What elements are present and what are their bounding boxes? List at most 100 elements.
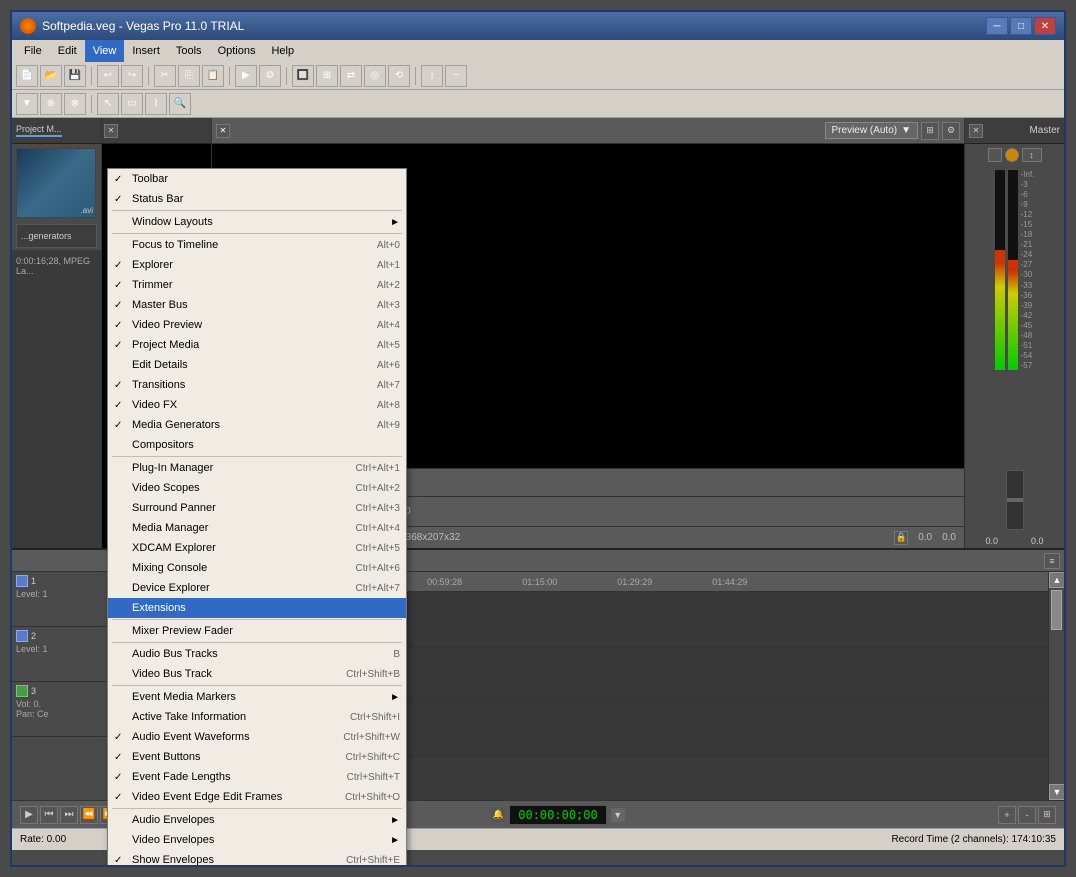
menu-audio-envelopes[interactable]: Audio Envelopes ► <box>108 810 406 830</box>
toolbar-auto-ripple[interactable]: ⟲ <box>388 65 410 87</box>
status-rate: Rate: 0.00 <box>20 834 66 845</box>
toolbar-redo[interactable]: ↪ <box>121 65 143 87</box>
tl-extra-btn[interactable]: ⊞ <box>1038 806 1056 824</box>
tb2-cursor[interactable]: ↖ <box>97 93 119 115</box>
menu-plugin-manager[interactable]: Plug-In Manager Ctrl+Alt+1 <box>108 458 406 478</box>
menu-edit-details[interactable]: Edit Details Alt+6 <box>108 355 406 375</box>
menu-video-scopes[interactable]: Video Scopes Ctrl+Alt+2 <box>108 478 406 498</box>
toolbar-envelope[interactable]: ~ <box>445 65 467 87</box>
tl-next-btn[interactable]: ⏭ <box>60 806 78 824</box>
tb2-btn3[interactable]: ⊗ <box>64 93 86 115</box>
minimize-button[interactable]: ─ <box>986 17 1008 35</box>
menu-surround-panner[interactable]: Surround Panner Ctrl+Alt+3 <box>108 498 406 518</box>
timeline-prop-btn[interactable]: ≡ <box>1044 553 1060 569</box>
toolbar-undo[interactable]: ↩ <box>97 65 119 87</box>
menu-tools[interactable]: Tools <box>168 40 210 62</box>
master-settings-btn[interactable] <box>1005 148 1019 162</box>
menu-window-layouts[interactable]: Window Layouts ► <box>108 212 406 232</box>
zoom-out-btn[interactable]: - <box>1018 806 1036 824</box>
maximize-button[interactable]: □ <box>1010 17 1032 35</box>
toolbar-paste[interactable]: 📋 <box>202 65 224 87</box>
menu-active-take-info[interactable]: Active Take Information Ctrl+Shift+I <box>108 707 406 727</box>
menu-view[interactable]: View <box>85 40 125 62</box>
toolbar-loop[interactable]: ⇄ <box>340 65 362 87</box>
menu-explorer[interactable]: ✓ Explorer Alt+1 <box>108 255 406 275</box>
toolbar-snap[interactable]: 🔲 <box>292 65 314 87</box>
menu-focus-timeline[interactable]: Focus to Timeline Alt+0 <box>108 235 406 255</box>
menu-mixer-preview-fader[interactable]: Mixer Preview Fader <box>108 621 406 641</box>
menu-show-envelopes[interactable]: ✓ Show Envelopes Ctrl+Shift+E <box>108 850 406 867</box>
menu-video-fx[interactable]: ✓ Video FX Alt+8 <box>108 395 406 415</box>
master-fader-btn[interactable]: ↕ <box>1022 148 1042 162</box>
scroll-up[interactable]: ▲ <box>1049 572 1064 588</box>
menu-options[interactable]: Options <box>210 40 264 62</box>
menu-xdcam-explorer[interactable]: XDCAM Explorer Ctrl+Alt+5 <box>108 538 406 558</box>
track-1-label: 1 <box>31 576 36 586</box>
menu-file[interactable]: File <box>16 40 50 62</box>
menu-master-bus[interactable]: ✓ Master Bus Alt+3 <box>108 295 406 315</box>
toolbar-render[interactable]: ▶ <box>235 65 257 87</box>
menu-statusbar[interactable]: ✓ Status Bar <box>108 189 406 209</box>
menu-trimmer[interactable]: ✓ Trimmer Alt+2 <box>108 275 406 295</box>
toolbar-new[interactable]: 📄 <box>16 65 38 87</box>
menu-media-manager[interactable]: Media Manager Ctrl+Alt+4 <box>108 518 406 538</box>
preview-mode-dropdown[interactable]: Preview (Auto) ▼ <box>825 122 918 139</box>
zoom-in-btn[interactable]: + <box>998 806 1016 824</box>
menu-toolbar[interactable]: ✓ Toolbar <box>108 169 406 189</box>
trimmer-close[interactable]: ✕ <box>104 124 118 138</box>
menu-media-generators[interactable]: ✓ Media Generators Alt+9 <box>108 415 406 435</box>
preview-close-btn[interactable]: ✕ <box>216 124 230 138</box>
lock-btn[interactable]: 🔒 <box>894 531 908 545</box>
menu-project-media[interactable]: ✓ Project Media Alt+5 <box>108 335 406 355</box>
tb2-select[interactable]: ▭ <box>121 93 143 115</box>
menu-device-explorer[interactable]: Device Explorer Ctrl+Alt+7 <box>108 578 406 598</box>
toolbar-cut[interactable]: ✂ <box>154 65 176 87</box>
menu-help[interactable]: Help <box>263 40 302 62</box>
menu-event-fade-lengths[interactable]: ✓ Event Fade Lengths Ctrl+Shift+T <box>108 767 406 787</box>
project-media-tab[interactable]: Project M... <box>16 124 62 137</box>
menu-video-preview[interactable]: ✓ Video Preview Alt+4 <box>108 315 406 335</box>
tb2-zoom[interactable]: 🔍 <box>169 93 191 115</box>
menu-event-buttons[interactable]: ✓ Event Buttons Ctrl+Shift+C <box>108 747 406 767</box>
menu-event-media-markers[interactable]: Event Media Markers ► <box>108 687 406 707</box>
menu-mixing-console[interactable]: Mixing Console Ctrl+Alt+6 <box>108 558 406 578</box>
scroll-down[interactable]: ▼ <box>1049 784 1064 800</box>
preview-grid-btn[interactable]: ⊞ <box>921 122 939 140</box>
generators-tab[interactable]: ...generators <box>16 224 97 248</box>
volume-val: 0.0 <box>918 532 932 543</box>
tb2-knife[interactable]: ⌇ <box>145 93 167 115</box>
menu-video-envelopes[interactable]: Video Envelopes ► <box>108 830 406 850</box>
toolbar-open[interactable]: 📂 <box>40 65 62 87</box>
tb2-btn1[interactable]: ▼ <box>16 93 38 115</box>
metronome-btn[interactable]: 🔔 <box>491 808 505 822</box>
toolbar-properties[interactable]: ⚙ <box>259 65 281 87</box>
master-eq-btn[interactable] <box>988 148 1002 162</box>
close-button[interactable]: ✕ <box>1034 17 1056 35</box>
menu-audio-event-waveforms[interactable]: ✓ Audio Event Waveforms Ctrl+Shift+W <box>108 727 406 747</box>
master-fader[interactable] <box>1006 470 1024 530</box>
toolbar-copy[interactable]: ⎘ <box>178 65 200 87</box>
track-1-level: Level: 1 <box>16 589 107 599</box>
tl-prev-btn[interactable]: ⏮ <box>40 806 58 824</box>
toolbar-edit-mode[interactable]: ↕ <box>421 65 443 87</box>
timecode-edit-btn[interactable]: ▼ <box>611 808 625 822</box>
menu-extensions[interactable]: Extensions <box>108 598 406 618</box>
master-close[interactable]: ✕ <box>969 124 983 138</box>
track-2-color <box>16 630 28 642</box>
menu-audio-bus-tracks[interactable]: Audio Bus Tracks B <box>108 644 406 664</box>
menu-compositors[interactable]: Compositors <box>108 435 406 455</box>
preview-settings-btn[interactable]: ⚙ <box>942 122 960 140</box>
menu-transitions[interactable]: ✓ Transitions Alt+7 <box>108 375 406 395</box>
toolbar-save[interactable]: 💾 <box>64 65 86 87</box>
tl-play-btn[interactable]: ▶ <box>20 806 38 824</box>
menu-video-bus-track[interactable]: Video Bus Track Ctrl+Shift+B <box>108 664 406 684</box>
tl-skip-back-btn[interactable]: ⏪ <box>80 806 98 824</box>
menu-edit[interactable]: Edit <box>50 40 85 62</box>
tb2-btn2[interactable]: ⊕ <box>40 93 62 115</box>
toolbar-scrub[interactable]: ◎ <box>364 65 386 87</box>
scroll-thumb[interactable] <box>1051 590 1062 630</box>
menu-video-event-edge[interactable]: ✓ Video Event Edge Edit Frames Ctrl+Shif… <box>108 787 406 807</box>
scroll-track <box>1049 588 1064 784</box>
menu-insert[interactable]: Insert <box>124 40 168 62</box>
toolbar-grid[interactable]: ⊞ <box>316 65 338 87</box>
